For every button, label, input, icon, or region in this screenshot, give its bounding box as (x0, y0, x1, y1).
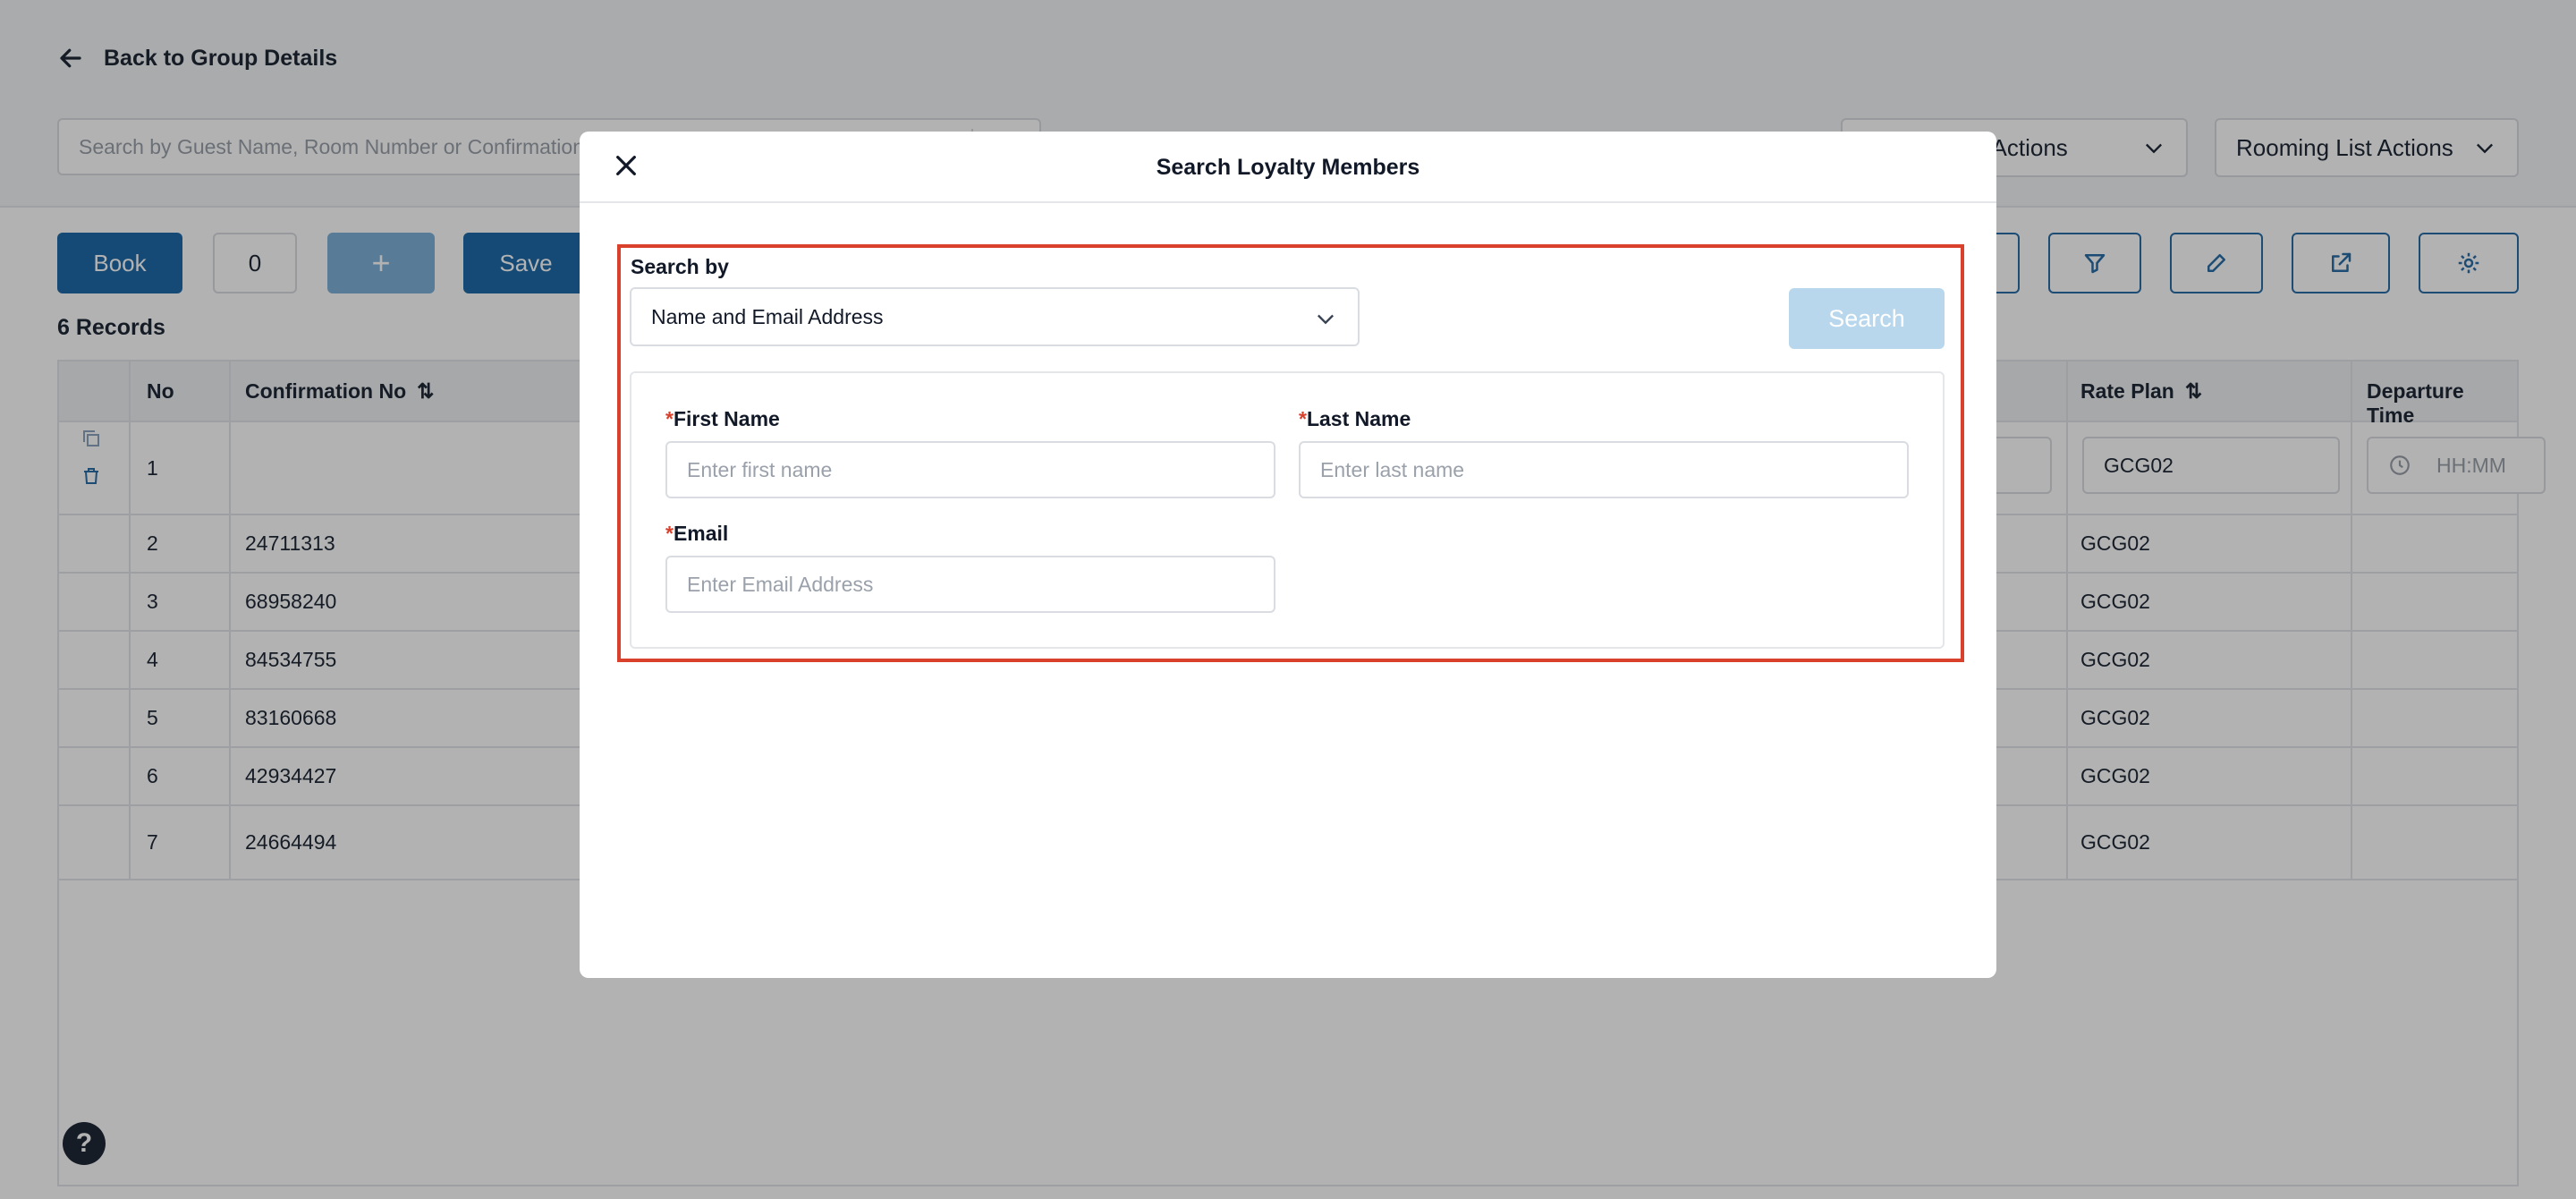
email-input[interactable]: Enter Email Address (665, 556, 1275, 613)
last-name-placeholder: Enter last name (1320, 457, 1465, 481)
modal-title: Search Loyalty Members (1156, 154, 1420, 180)
last-name-input[interactable]: Enter last name (1299, 441, 1909, 498)
first-name-label-text: First Name (673, 407, 780, 430)
required-marker: * (1299, 407, 1307, 430)
search-loyalty-modal: Search Loyalty Members Search by Name an… (580, 132, 1996, 978)
email-label: *Email (665, 522, 728, 546)
last-name-label-text: Last Name (1306, 407, 1411, 430)
first-name-placeholder: Enter first name (687, 457, 833, 481)
search-button[interactable]: Search (1789, 288, 1945, 349)
search-by-select[interactable]: Name and Email Address (630, 287, 1360, 346)
last-name-label: *Last Name (1299, 407, 1411, 431)
required-marker: * (665, 407, 674, 430)
close-icon (616, 156, 636, 175)
modal-header: Search Loyalty Members (580, 132, 1996, 203)
search-by-label: Search by (631, 255, 729, 278)
email-label-text: Email (673, 522, 729, 545)
chevron-down-icon (1318, 314, 1334, 325)
first-name-label: *First Name (665, 407, 780, 431)
required-marker: * (665, 522, 674, 545)
search-criteria-panel: *First Name Enter first name *Last Name … (630, 371, 1945, 649)
close-button[interactable] (606, 146, 646, 185)
search-by-value: Name and Email Address (651, 304, 884, 328)
email-placeholder: Enter Email Address (687, 572, 874, 596)
first-name-input[interactable]: Enter first name (665, 441, 1275, 498)
